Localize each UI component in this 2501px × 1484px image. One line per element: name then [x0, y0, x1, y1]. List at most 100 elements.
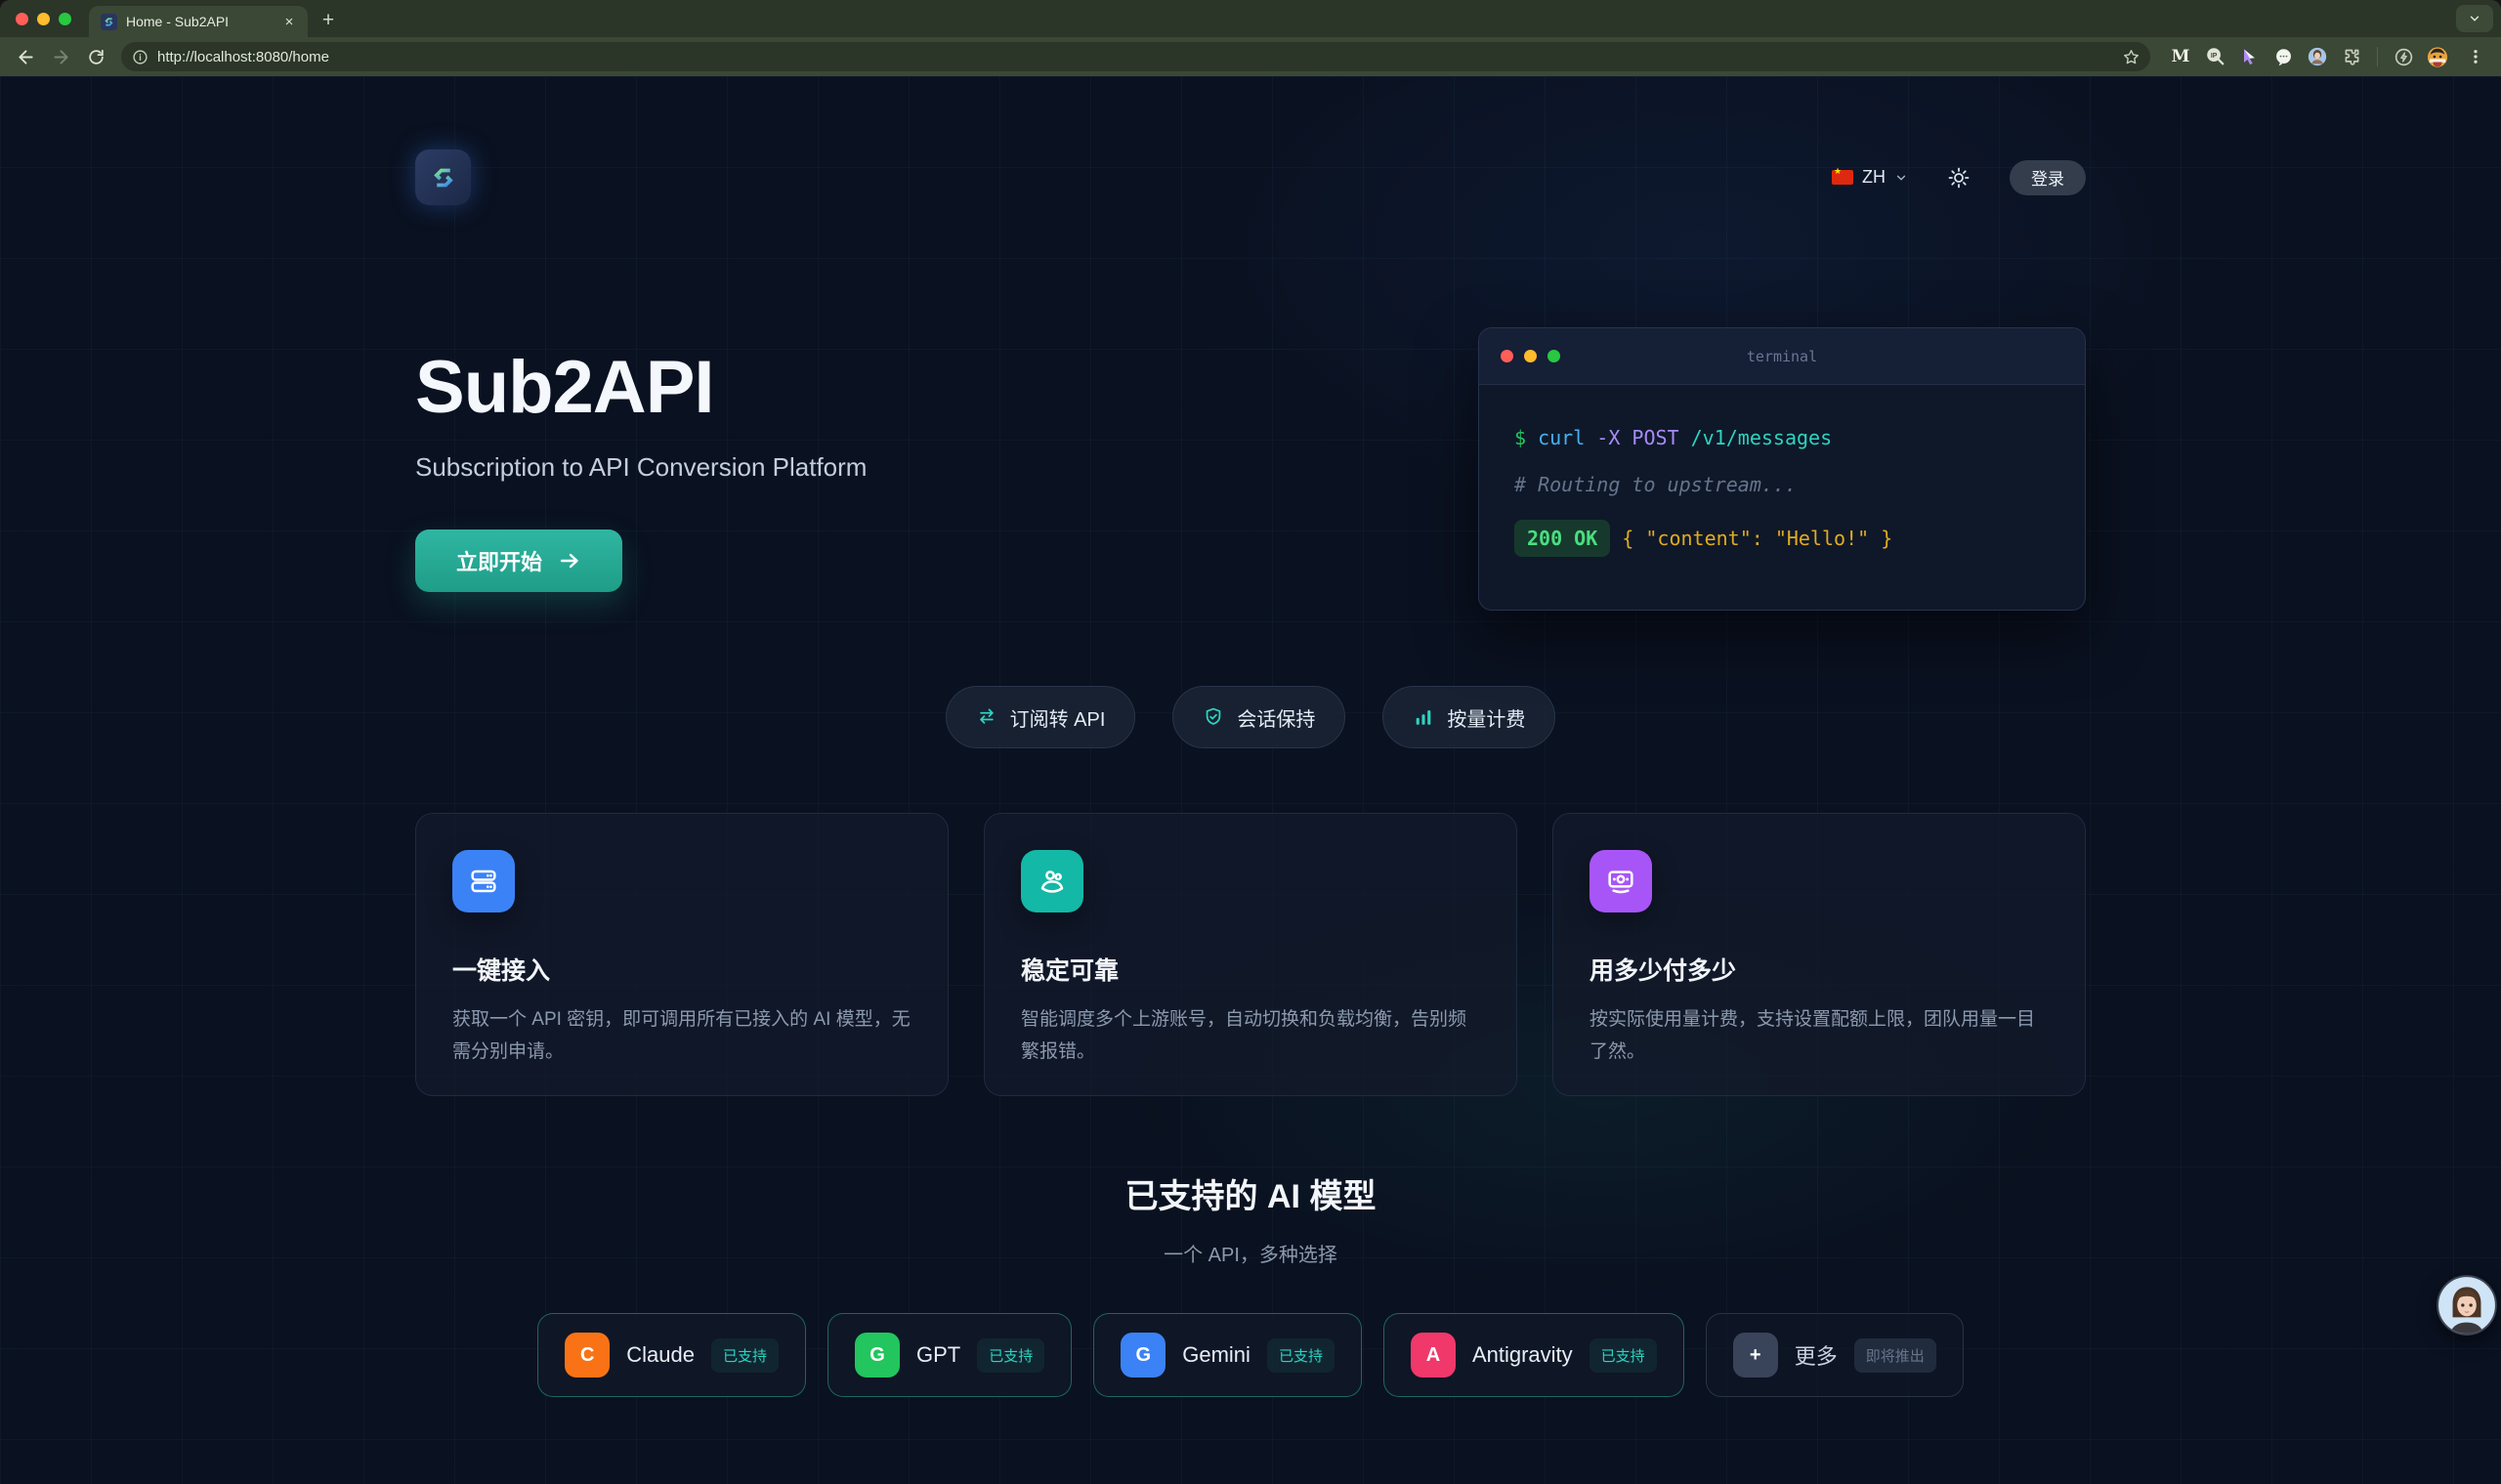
pill-label: 会话保持	[1237, 703, 1315, 732]
model-name: Gemini	[1182, 1342, 1250, 1368]
maximize-window-button[interactable]	[59, 13, 71, 25]
feature-card-pay-as-you-go: 用多少付多少 按实际使用量计费，支持设置配额上限，团队用量一目了然。	[1552, 813, 2086, 1096]
model-chip-claude: C Claude 已支持	[537, 1313, 806, 1397]
sub2api-logo[interactable]	[415, 149, 471, 205]
model-chip-more: + 更多 即将推出	[1706, 1313, 1964, 1397]
models-section-title: 已支持的 AI 模型	[415, 1169, 2086, 1217]
favicon-sub2api-icon	[101, 14, 117, 30]
extensions-puzzle-icon[interactable]	[2341, 46, 2362, 67]
terminal-title: terminal	[1479, 348, 2085, 365]
toolbar-divider	[2377, 47, 2378, 66]
extension-ip-lookup-icon[interactable]: IP	[2204, 46, 2225, 67]
page-sub2api-home: ZH 登录 Sub2API Subscription to API Conver…	[0, 76, 2501, 1484]
tab-search-button[interactable]	[2456, 5, 2493, 32]
card-description: 按实际使用量计费，支持设置配额上限，团队用量一目了然。	[1590, 1003, 2049, 1069]
card-title: 稳定可靠	[1021, 952, 1480, 987]
address-bar[interactable]: http://localhost:8080/home	[121, 42, 2150, 71]
url-text[interactable]: http://localhost:8080/home	[157, 49, 2113, 65]
supported-badge: 已支持	[977, 1338, 1044, 1373]
terminal-response-line: 200 OK { "content": "Hello!" }	[1514, 520, 2050, 557]
language-selector[interactable]: ZH	[1832, 167, 1908, 188]
hero-section: Sub2API Subscription to API Conversion P…	[415, 327, 2086, 611]
status-badge: 200 OK	[1514, 520, 1610, 557]
reload-button[interactable]	[80, 41, 111, 72]
tab-strip: Home - Sub2API × +	[0, 0, 2501, 37]
supported-badge: 已支持	[711, 1338, 779, 1373]
gpt-letter-icon: G	[855, 1333, 900, 1378]
claude-letter-icon: C	[565, 1333, 610, 1378]
shield-check-icon	[1203, 706, 1224, 728]
window-controls	[0, 0, 89, 37]
site-info-icon[interactable]	[132, 49, 148, 65]
plus-icon: +	[1733, 1333, 1778, 1378]
close-tab-icon[interactable]: ×	[280, 13, 298, 30]
pill-subscription-to-api: 订阅转 API	[946, 686, 1136, 748]
forward-button[interactable]	[45, 41, 76, 72]
card-description: 获取一个 API 密钥，即可调用所有已接入的 AI 模型，无需分别申请。	[452, 1003, 911, 1069]
feature-pills-row: 订阅转 API 会话保持 按量计费	[415, 686, 2086, 748]
antigravity-letter-icon: A	[1411, 1333, 1456, 1378]
svg-text:IP: IP	[2211, 53, 2218, 60]
model-name: GPT	[916, 1342, 960, 1368]
pill-label: 订阅转 API	[1010, 703, 1106, 732]
models-section-subtitle: 一个 API，多种选择	[415, 1239, 2086, 1267]
model-chip-antigravity: A Antigravity 已支持	[1383, 1313, 1684, 1397]
pill-session-keepalive: 会话保持	[1172, 686, 1345, 748]
back-button[interactable]	[10, 41, 41, 72]
tab-title: Home - Sub2API	[126, 14, 272, 29]
extension-avatar-icon[interactable]	[2307, 46, 2328, 67]
extension-m-icon[interactable]: M	[2170, 46, 2191, 67]
supported-badge: 已支持	[1590, 1338, 1657, 1373]
s-hexagon-logo-icon	[426, 160, 461, 195]
model-name: Antigravity	[1472, 1342, 1573, 1368]
terminal-command-line: $ curl -X POST /v1/messages	[1514, 426, 2050, 449]
browser-tab[interactable]: Home - Sub2API ×	[89, 6, 308, 37]
feature-card-stable-reliable: 稳定可靠 智能调度多个上游账号，自动切换和负载均衡，告别频繁报错。	[984, 813, 1517, 1096]
battery-saver-icon[interactable]	[2393, 46, 2414, 67]
swap-arrows-icon	[976, 706, 997, 728]
model-name: 更多	[1795, 1339, 1838, 1371]
users-icon	[1021, 850, 1083, 912]
china-flag-icon	[1832, 170, 1853, 185]
terminal-command: curl	[1526, 426, 1585, 449]
feature-cards-row: 一键接入 获取一个 API 密钥，即可调用所有已接入的 AI 模型，无需分别申请…	[415, 813, 2086, 1096]
close-window-button[interactable]	[16, 13, 28, 25]
terminal-flag: -X POST	[1585, 426, 1678, 449]
browser-window: Home - Sub2API × + http://localhost:8080…	[0, 0, 2501, 1484]
card-description: 智能调度多个上游账号，自动切换和负载均衡，告别频繁报错。	[1021, 1003, 1480, 1069]
new-tab-button[interactable]: +	[314, 6, 343, 35]
assistant-avatar-widget[interactable]	[2437, 1275, 2497, 1336]
banknote-icon	[1590, 850, 1652, 912]
minimize-window-button[interactable]	[37, 13, 50, 25]
feature-card-one-key-access: 一键接入 获取一个 API 密钥，即可调用所有已接入的 AI 模型，无需分别申请…	[415, 813, 949, 1096]
extension-cursor-icon[interactable]	[2238, 46, 2260, 67]
bar-chart-icon	[1413, 706, 1434, 728]
terminal-response-json: { "content": "Hello!" }	[1610, 527, 1892, 550]
back-arrow-icon	[16, 47, 36, 67]
gemini-letter-icon: G	[1121, 1333, 1166, 1378]
pill-label: 按量计费	[1447, 703, 1525, 732]
terminal-titlebar: terminal	[1479, 328, 2085, 385]
sun-icon	[1947, 166, 1971, 190]
get-started-label: 立即开始	[456, 545, 542, 576]
reload-icon	[87, 48, 106, 66]
browser-toolbar: http://localhost:8080/home M IP	[0, 37, 2501, 76]
profile-avatar[interactable]	[2427, 46, 2448, 67]
coming-soon-badge: 即将推出	[1854, 1338, 1936, 1373]
model-chips-row: C Claude 已支持 G GPT 已支持 G Gemini 已支持 A An…	[415, 1313, 2086, 1397]
browser-menu-button[interactable]	[2460, 41, 2491, 72]
get-started-button[interactable]: 立即开始	[415, 530, 622, 592]
theme-toggle-button[interactable]	[1941, 160, 1976, 195]
login-button[interactable]: 登录	[2010, 160, 2086, 195]
extension-chat-bubble-icon[interactable]	[2272, 46, 2294, 67]
language-label: ZH	[1862, 167, 1886, 188]
bookmark-star-icon[interactable]	[2122, 48, 2141, 66]
terminal-demo-card: terminal $ curl -X POST /v1/messages # R…	[1478, 327, 2086, 611]
site-header: ZH 登录	[415, 149, 2086, 205]
model-chip-gemini: G Gemini 已支持	[1093, 1313, 1362, 1397]
model-name: Claude	[626, 1342, 695, 1368]
supported-badge: 已支持	[1267, 1338, 1335, 1373]
card-title: 用多少付多少	[1590, 952, 2049, 987]
pill-usage-billing: 按量计费	[1382, 686, 1555, 748]
page-title: Sub2API	[415, 349, 867, 427]
